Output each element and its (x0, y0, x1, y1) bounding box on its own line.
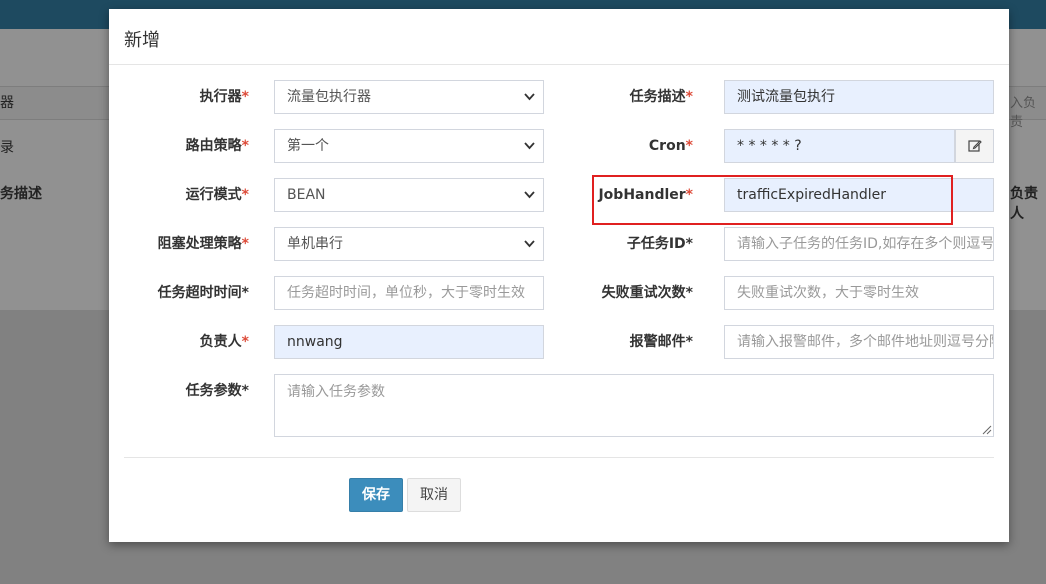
background-table-header (0, 86, 115, 120)
job-desc-input[interactable]: 测试流量包执行 (724, 80, 994, 114)
job-desc-label: 任务描述* (629, 89, 693, 105)
alarm-email-input[interactable]: 请输入报警邮件，多个邮件地址则逗号分隔 (724, 325, 994, 359)
retry-count-label: 失败重试次数* (601, 285, 693, 301)
route-strategy-select[interactable]: 第一个 (274, 129, 544, 163)
job-param-textarea[interactable]: 请输入任务参数 (274, 374, 994, 437)
cron-edit-button[interactable] (955, 129, 994, 163)
add-job-modal: 新增 执行器* 流量包执行器 任务描述* 测试流量包执行 路由策略* 第一个 C… (109, 9, 1009, 542)
cancel-button[interactable]: 取消 (407, 478, 461, 512)
timeout-label: 任务超时时间* (157, 285, 249, 301)
block-strategy-select[interactable]: 单机串行 (274, 227, 544, 261)
modal-title: 新增 (124, 30, 160, 51)
job-param-label: 任务参数* (185, 383, 249, 399)
executor-select[interactable]: 流量包执行器 (274, 80, 544, 114)
background-input-fragment: 入负责 (1010, 96, 1037, 130)
highlight-annotation-box (592, 175, 953, 225)
retry-count-input[interactable]: 失败重试次数，大于零时生效 (724, 276, 994, 310)
alarm-email-label: 报警邮件* (629, 334, 693, 350)
edit-icon (968, 140, 982, 152)
background-column-fragment: 器 (0, 95, 14, 111)
background-header-fragment: 负责人 (1010, 186, 1038, 222)
author-label: 负责人* (199, 334, 249, 350)
run-mode-label: 运行模式* (185, 187, 249, 203)
child-job-id-label: 子任务ID* (626, 236, 693, 252)
modal-header: 新增 (109, 9, 1009, 65)
cron-label: Cron* (648, 138, 693, 154)
background-row-fragment: 录 (0, 140, 14, 156)
chevron-down-icon (524, 179, 535, 199)
background-desc-fragment: 务描述 (0, 186, 42, 202)
route-strategy-label: 路由策略* (185, 138, 249, 154)
child-job-id-input[interactable]: 请输入子任务的任务ID,如存在多个则逗号分隔 (724, 227, 994, 261)
form-divider (124, 457, 994, 458)
chevron-down-icon (524, 228, 535, 248)
resize-handle-icon[interactable] (982, 425, 992, 435)
timeout-input[interactable]: 任务超时时间，单位秒，大于零时生效 (274, 276, 544, 310)
save-button[interactable]: 保存 (349, 478, 403, 512)
run-mode-select[interactable]: BEAN (274, 178, 544, 212)
chevron-down-icon (524, 81, 535, 101)
chevron-down-icon (524, 130, 535, 150)
executor-label: 执行器* (199, 89, 249, 105)
cron-input[interactable]: * * * * * ? (724, 129, 955, 163)
author-input[interactable]: nnwang (274, 325, 544, 359)
block-strategy-label: 阻塞处理策略* (157, 236, 249, 252)
